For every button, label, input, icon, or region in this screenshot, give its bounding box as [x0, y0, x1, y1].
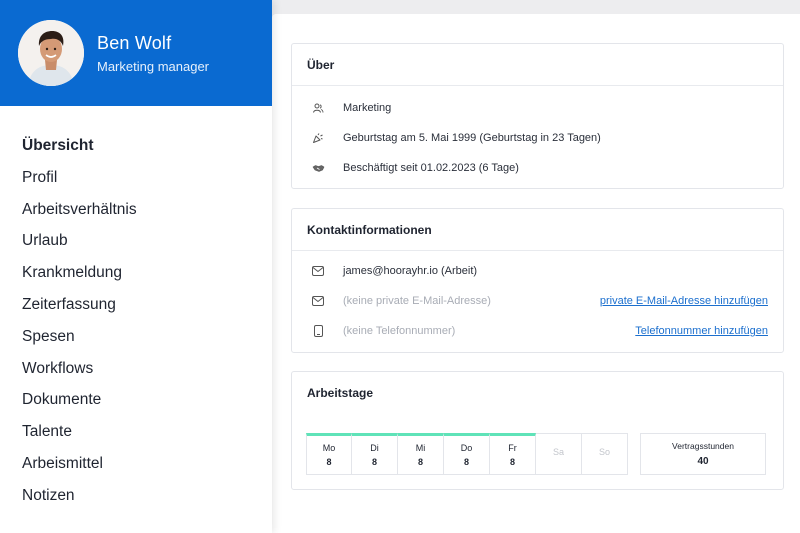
people-icon	[311, 101, 325, 115]
nav-item-arbeismittel[interactable]: Arbeismittel	[22, 448, 272, 480]
workday-mi[interactable]: Mi 8	[398, 433, 444, 475]
nav-item-notizen[interactable]: Notizen	[22, 480, 272, 512]
nav-item-krankmeldung[interactable]: Krankmeldung	[22, 257, 272, 289]
contract-hours-label: Vertragsstunden	[672, 441, 734, 451]
avatar[interactable]	[18, 20, 84, 86]
workday-di[interactable]: Di 8	[352, 433, 398, 475]
day-name: So	[598, 447, 610, 457]
nav-item-profil[interactable]: Profil	[22, 162, 272, 194]
nav-item-dokumente[interactable]: Dokumente	[22, 384, 272, 416]
sidebar-nav: Übersicht Profil Arbeitsverhältnis Urlau…	[0, 106, 272, 512]
day-hours: 8	[463, 457, 469, 467]
contact-card: Kontaktinformationen james@hoorayhr.io (…	[291, 208, 784, 353]
employment-text: Beschäftigt seit 01.02.2023 (6 Tage)	[343, 162, 519, 174]
workday-do[interactable]: Do 8	[444, 433, 490, 475]
handshake-icon	[311, 161, 325, 175]
phone-icon	[311, 324, 325, 338]
workday-so[interactable]: So	[582, 433, 628, 475]
birthday-row: Geburtstag am 5. Mai 1999 (Geburtstag in…	[292, 123, 783, 153]
birthday-text: Geburtstag am 5. Mai 1999 (Geburtstag in…	[343, 132, 601, 144]
add-phone-link[interactable]: Telefonnummer hinzufügen	[635, 325, 768, 337]
contract-hours-value: 40	[697, 456, 709, 467]
workday-sa[interactable]: Sa	[536, 433, 582, 475]
person-avatar-icon	[18, 20, 84, 86]
day-name: Sa	[552, 447, 564, 457]
nav-item-workflows[interactable]: Workflows	[22, 353, 272, 385]
mail-icon	[311, 264, 325, 278]
day-hours: 8	[417, 457, 423, 467]
day-name: Mi	[415, 443, 426, 453]
nav-item-spesen[interactable]: Spesen	[22, 321, 272, 353]
workdays-card: Arbeitstage Mo 8 Di 8 Mi 8 Do 8 Fr 8 Sa …	[291, 371, 784, 490]
employment-row: Beschäftigt seit 01.02.2023 (6 Tage)	[292, 153, 783, 183]
workdays-grid: Mo 8 Di 8 Mi 8 Do 8 Fr 8 Sa So	[306, 433, 628, 475]
day-hours: 8	[509, 457, 515, 467]
day-name: Mo	[322, 443, 336, 453]
nav-item-uebersicht[interactable]: Übersicht	[22, 130, 272, 162]
work-email-text: james@hoorayhr.io (Arbeit)	[343, 265, 478, 277]
work-email-row: james@hoorayhr.io (Arbeit)	[292, 256, 783, 286]
contract-hours-box: Vertragsstunden 40	[640, 433, 766, 475]
department-row: Marketing	[292, 93, 783, 123]
workday-fr[interactable]: Fr 8	[490, 433, 536, 475]
nav-item-talente[interactable]: Talente	[22, 416, 272, 448]
add-private-email-link[interactable]: private E-Mail-Adresse hinzufügen	[600, 295, 768, 307]
day-name: Do	[460, 443, 473, 453]
workday-mo[interactable]: Mo 8	[306, 433, 352, 475]
workdays-card-title: Arbeitstage	[307, 386, 374, 400]
profile-role: Marketing manager	[97, 58, 209, 74]
nav-item-urlaub[interactable]: Urlaub	[22, 225, 272, 257]
day-name: Di	[370, 443, 379, 453]
sidebar: Ben Wolf Marketing manager Übersicht Pro…	[0, 0, 272, 533]
main-content: Über Marketing Geburtstag am 5. Mai 1999…	[272, 14, 800, 533]
day-hours: 8	[371, 457, 377, 467]
department-text: Marketing	[343, 102, 392, 114]
nav-item-arbeitsverhaeltnis[interactable]: Arbeitsverhältnis	[22, 194, 272, 226]
about-card-title: Über	[292, 44, 783, 86]
private-email-placeholder: (keine private E-Mail-Adresse)	[343, 295, 491, 307]
party-popper-icon	[311, 131, 325, 145]
day-hours: 8	[326, 457, 332, 467]
private-email-row: (keine private E-Mail-Adresse) private E…	[292, 286, 783, 316]
profile-header: Ben Wolf Marketing manager	[0, 0, 272, 106]
contact-card-title: Kontaktinformationen	[292, 209, 783, 251]
mail-icon	[311, 294, 325, 308]
about-card: Über Marketing Geburtstag am 5. Mai 1999…	[291, 43, 784, 189]
day-name: Fr	[508, 443, 517, 453]
phone-row: (keine Telefonnummer) Telefonnummer hinz…	[292, 316, 783, 346]
phone-placeholder: (keine Telefonnummer)	[343, 325, 456, 337]
nav-item-zeiterfassung[interactable]: Zeiterfassung	[22, 289, 272, 321]
profile-name: Ben Wolf	[97, 32, 172, 53]
